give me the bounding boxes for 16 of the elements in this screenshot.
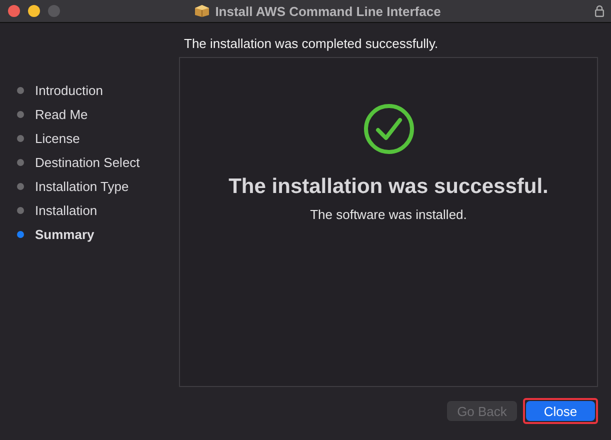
close-button[interactable]: Close — [526, 401, 595, 421]
result-message: The software was installed. — [310, 207, 467, 222]
checkmark-circle-icon — [362, 103, 414, 155]
package-icon — [194, 4, 210, 18]
minimize-window-button[interactable] — [28, 5, 40, 17]
step-label: Installation Type — [35, 178, 129, 194]
step-label: Summary — [35, 226, 94, 242]
step-label: Read Me — [35, 106, 88, 122]
close-window-button[interactable] — [8, 5, 20, 17]
result-title: The installation was successful. — [228, 175, 548, 199]
step-label: Destination Select — [35, 154, 140, 170]
step-label: Installation — [35, 202, 98, 218]
step-label: License — [35, 130, 80, 146]
window-title: Install AWS Command Line Interface — [215, 4, 441, 18]
page-heading: The installation was completed successfully. — [184, 36, 440, 53]
step-label: Introduction — [35, 82, 103, 98]
